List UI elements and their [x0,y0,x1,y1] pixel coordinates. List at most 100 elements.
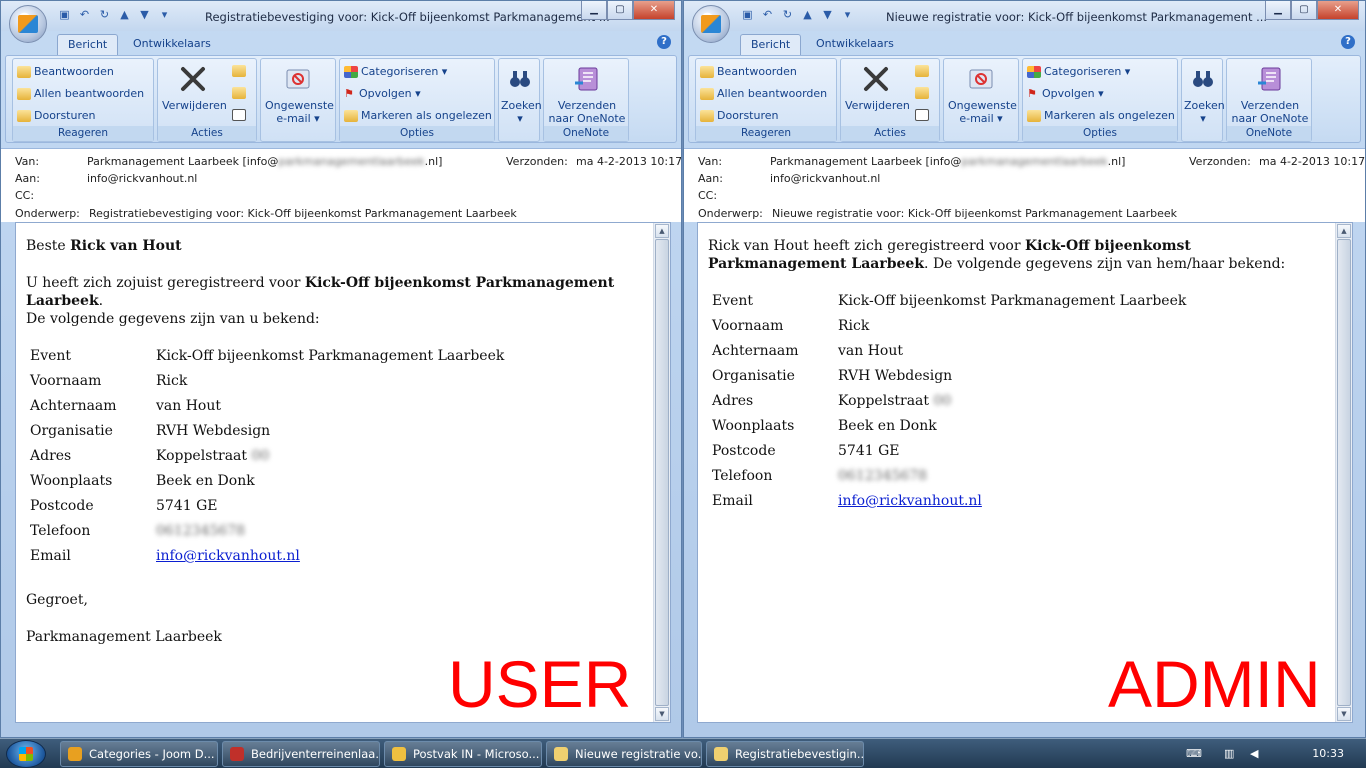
junk-mail-icon [965,63,997,95]
email-window-admin: ▣ ↶ ↻ ▲ ▼ ▾ Nieuwe registratie voor: Kic… [683,0,1366,738]
junk-mail-button[interactable]: Ongewenste e-mail ▾ [948,63,1017,125]
taskbar-item-nieuwe-registratie[interactable]: Nieuwe registratie vo... [546,741,702,767]
move-icon[interactable] [915,65,929,77]
other-actions-icon[interactable] [232,109,246,121]
help-icon[interactable]: ? [1341,35,1355,49]
ribbon: Beantwoorden Allen beantwoorden Doorstur… [688,55,1361,143]
taskbar-item-registratiebevestiging[interactable]: Registratiebevestigin... [706,741,864,767]
network-icon[interactable]: ▥ [1224,747,1234,760]
tab-bericht[interactable]: Bericht [57,34,119,56]
reply-button[interactable]: Beantwoorden [700,65,797,78]
flag-icon: ⚑ [344,86,354,100]
forward-button[interactable]: Doorsturen [700,109,779,122]
taskbar-item-outlook[interactable]: Postvak IN - Microso... [384,741,542,767]
tab-bericht[interactable]: Bericht [740,34,802,56]
redo-icon[interactable]: ↻ [780,8,795,21]
title-bar: ▣ ↶ ↻ ▲ ▼ ▾ Registratiebevestiging voor:… [1,1,681,31]
email-link[interactable]: info@rickvanhout.nl [156,548,300,564]
send-to-onenote-button[interactable]: Verzenden naar OneNote [548,63,626,125]
scroll-up-icon[interactable]: ▲ [1337,224,1351,238]
delete-button[interactable]: Verwijderen [162,63,227,112]
close-button[interactable]: ✕ [633,1,675,20]
junk-mail-icon [282,63,314,95]
minimize-button[interactable]: ▁ [581,1,607,20]
registration-table: Event Kick-Off bijeenkomst Parkmanagement… [30,347,504,572]
customize-icon[interactable]: ▾ [840,8,855,21]
mark-unread-button[interactable]: Markeren als ongelezen [1027,109,1175,122]
table-row: Voornaam Rick [712,318,870,334]
email-link[interactable]: info@rickvanhout.nl [838,493,982,509]
envelope-icon [714,747,728,761]
message-body[interactable]: Rick van Hout heeft zich geregistreerd v… [697,222,1353,723]
vertical-scrollbar[interactable]: ▲ ▼ [1335,223,1352,722]
save-icon[interactable]: ▣ [57,8,72,21]
cc-label: CC: [15,189,35,202]
office-logo-icon [701,15,721,33]
categorize-icon [344,65,358,78]
redo-icon[interactable]: ↻ [97,8,112,21]
undo-icon[interactable]: ↶ [760,8,775,21]
keyboard-icon[interactable]: ⌨ [1186,747,1202,760]
follow-up-button[interactable]: ⚑ Opvolgen ▾ [1027,87,1104,100]
table-row: Woonplaats Beek en Donk [712,418,937,434]
follow-up-button[interactable]: ⚑ Opvolgen ▾ [344,87,421,100]
rules-icon[interactable] [915,87,929,99]
group-reageren: Beantwoorden Allen beantwoorden Doorstur… [12,58,154,142]
to-value[interactable]: info@rickvanhout.nl [87,172,197,185]
start-button[interactable] [6,740,46,768]
up-icon[interactable]: ▲ [117,8,132,21]
scroll-thumb[interactable] [655,239,669,706]
system-tray: ⌨ ▥ ◀ 10:33 [1176,739,1366,768]
taskbar-item-chrome[interactable]: Categories - Joom D... [60,741,218,767]
maximize-button[interactable]: ▢ [607,1,633,20]
scroll-thumb[interactable] [1337,239,1351,706]
binoculars-icon [1187,63,1219,95]
volume-icon[interactable]: ◀ [1250,747,1258,760]
move-icon[interactable] [232,65,246,77]
to-value[interactable]: info@rickvanhout.nl [770,172,880,185]
group-onenote: Verzenden naar OneNote OneNote [543,58,629,142]
reply-button[interactable]: Beantwoorden [17,65,114,78]
taskbar-item-filezilla[interactable]: Bedrijventerreinenlaa... [222,741,380,767]
junk-mail-button[interactable]: Ongewenste e-mail ▾ [265,63,334,125]
reply-all-icon [700,87,714,100]
rules-icon[interactable] [232,87,246,99]
mark-unread-button[interactable]: Markeren als ongelezen [344,109,492,122]
scroll-up-icon[interactable]: ▲ [655,224,669,238]
help-icon[interactable]: ? [657,35,671,49]
office-button[interactable] [9,5,47,43]
customize-icon[interactable]: ▾ [157,8,172,21]
table-row: Adres Koppelstraat 00 [30,448,270,464]
minimize-button[interactable]: ▁ [1265,1,1291,20]
categorize-button[interactable]: Categoriseren ▾ [1027,65,1130,78]
maximize-button[interactable]: ▢ [1291,1,1317,20]
delete-button[interactable]: Verwijderen [845,63,910,112]
message-body[interactable]: Beste Rick van Hout U heeft zich zojuist… [15,222,671,723]
tab-ontwikkelaars[interactable]: Ontwikkelaars [123,34,221,56]
reply-all-button[interactable]: Allen beantwoorden [700,87,827,100]
categorize-button[interactable]: Categoriseren ▾ [344,65,447,78]
office-button[interactable] [692,5,730,43]
undo-icon[interactable]: ↶ [77,8,92,21]
clock[interactable]: 10:33 [1312,747,1344,760]
send-to-onenote-button[interactable]: Verzenden naar OneNote [1231,63,1309,125]
find-button[interactable]: Zoeken ▾ [1184,63,1225,125]
outlook-icon [392,747,406,761]
down-icon[interactable]: ▼ [820,8,835,21]
down-icon[interactable]: ▼ [137,8,152,21]
up-icon[interactable]: ▲ [800,8,815,21]
scroll-down-icon[interactable]: ▼ [1337,707,1351,721]
forward-button[interactable]: Doorsturen [17,109,96,122]
close-button[interactable]: ✕ [1317,1,1359,20]
table-row: Achternaam van Hout [712,343,904,359]
save-icon[interactable]: ▣ [740,8,755,21]
find-button[interactable]: Zoeken ▾ [501,63,542,125]
scroll-down-icon[interactable]: ▼ [655,707,669,721]
group-label: Opties [1023,126,1177,141]
reply-all-button[interactable]: Allen beantwoorden [17,87,144,100]
table-row: Event Kick-Off bijeenkomst Parkmanagement… [712,293,1187,309]
group-label: Opties [340,126,494,141]
other-actions-icon[interactable] [915,109,929,121]
vertical-scrollbar[interactable]: ▲ ▼ [653,223,670,722]
tab-ontwikkelaars[interactable]: Ontwikkelaars [806,34,904,56]
